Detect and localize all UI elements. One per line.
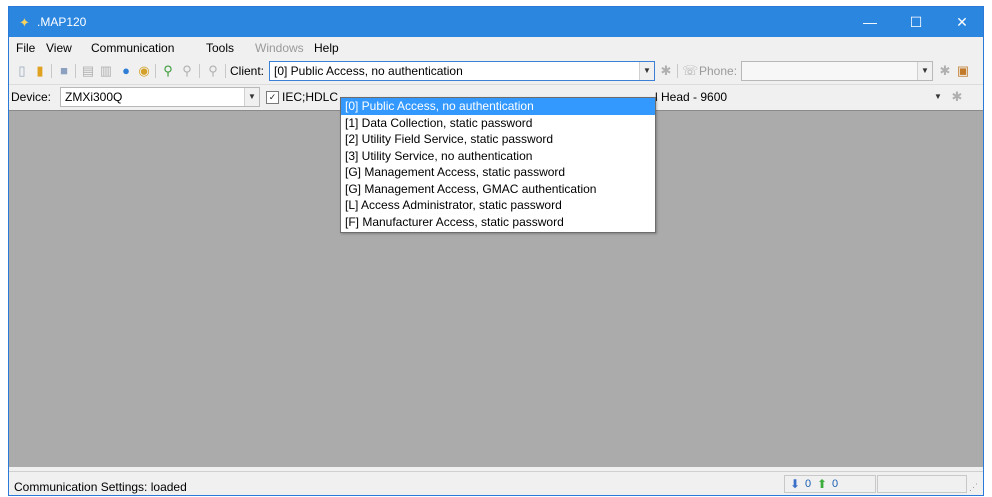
toolbar-separator (677, 64, 678, 78)
print-icon[interactable]: ▥ (98, 63, 114, 79)
arrow-up-icon: ⬆ (817, 477, 828, 491)
main-toolbar: ▯ ▮ ■ ▤ ▥ ● ◉ ⚲ ⚲ ⚲ Client: [0] Public A… (9, 59, 983, 83)
menu-windows[interactable]: Windows (255, 41, 304, 55)
maximize-button[interactable]: ☐ (893, 7, 939, 37)
save-icon[interactable]: ■ (56, 63, 72, 79)
protocol-checkbox[interactable]: ✓ (266, 91, 279, 104)
client-dropdown-list: [0] Public Access, no authentication [1]… (340, 97, 656, 233)
toolbar-separator (225, 64, 226, 78)
menu-view[interactable]: View (46, 41, 72, 55)
status-bar: Communication Settings: loaded ⬇ 0 ⬆ 0 ⋰ (9, 471, 983, 495)
chevron-down-icon[interactable]: ▼ (639, 62, 654, 80)
phone-icon: ☏ (682, 63, 699, 78)
client-option[interactable]: [1] Data Collection, static password (341, 115, 655, 132)
app-logo-icon: ✦ (19, 15, 30, 30)
title-bar[interactable]: ✦ .MAP120 — ☐ ✕ (9, 7, 983, 37)
sent-count: 0 (832, 478, 839, 490)
print-preview-icon[interactable]: ▤ (80, 63, 96, 79)
menu-tools[interactable]: Tools (206, 41, 234, 55)
client-option[interactable]: [G] Management Access, static password (341, 164, 655, 181)
status-text: Communication Settings: loaded (14, 480, 187, 494)
client-combobox-value: [0] Public Access, no authentication (274, 64, 463, 78)
new-file-icon[interactable]: ▯ (14, 63, 30, 79)
status-panel-empty (877, 475, 967, 493)
client-option[interactable]: [2] Utility Field Service, static passwo… (341, 131, 655, 148)
globe-icon[interactable]: ● (118, 63, 134, 79)
client-option[interactable]: [F] Manufacturer Access, static password (341, 214, 655, 231)
menu-help[interactable]: Help (314, 41, 339, 55)
close-button[interactable]: ✕ (939, 7, 983, 37)
client-option[interactable]: [G] Management Access, GMAC authenticati… (341, 181, 655, 198)
toolbar-separator (155, 64, 156, 78)
resize-grip-icon[interactable]: ⋰ (969, 482, 978, 493)
interface-value: l Head - 9600 (655, 90, 728, 104)
traffic-panel: ⬇ 0 ⬆ 0 (784, 475, 876, 493)
menu-communication[interactable]: Communication (91, 41, 174, 55)
application-window: ✦ .MAP120 — ☐ ✕ File View Communication … (8, 6, 984, 496)
client-combobox[interactable]: [0] Public Access, no authentication ▼ (269, 61, 655, 81)
client-option[interactable]: [3] Utility Service, no authentication (341, 148, 655, 165)
chevron-down-icon[interactable]: ▼ (931, 88, 945, 106)
address-book-icon[interactable]: ▣ (955, 63, 971, 79)
device-label: Device: (11, 90, 52, 104)
minimize-button[interactable]: — (847, 7, 893, 37)
gear-icon[interactable]: ✱ (949, 89, 965, 105)
window-title: .MAP120 (37, 15, 87, 29)
client-option[interactable]: [0] Public Access, no authentication (341, 98, 655, 115)
phone-combobox[interactable]: ▼ (741, 61, 933, 81)
received-count: 0 (805, 478, 812, 490)
dial-settings-icon[interactable]: ✱ (937, 63, 953, 79)
menu-file[interactable]: File (16, 41, 35, 55)
toolbar-separator (51, 64, 52, 78)
open-folder-icon[interactable]: ▮ (32, 63, 48, 79)
help-icon[interactable]: ◉ (136, 63, 152, 79)
device-combobox-value: ZMXi300Q (65, 90, 123, 104)
client-label: Client: (230, 64, 265, 78)
protocol-label: IEC;HDLC (282, 90, 339, 104)
connect-icon[interactable]: ⚲ (160, 63, 176, 79)
menu-bar: File View Communication Tools Windows He… (9, 38, 983, 58)
toolbar-separator (199, 64, 200, 78)
toolbar-separator (75, 64, 76, 78)
phone-label: Phone: (699, 64, 738, 78)
gear-icon[interactable]: ✱ (658, 63, 674, 79)
device-combobox[interactable]: ZMXi300Q ▼ (60, 87, 260, 107)
disconnect-icon[interactable]: ⚲ (179, 63, 195, 79)
reconnect-icon[interactable]: ⚲ (205, 63, 221, 79)
client-option[interactable]: [L] Access Administrator, static passwor… (341, 197, 655, 214)
chevron-down-icon[interactable]: ▼ (917, 62, 932, 80)
chevron-down-icon[interactable]: ▼ (244, 88, 259, 106)
arrow-down-icon: ⬇ (790, 477, 801, 491)
